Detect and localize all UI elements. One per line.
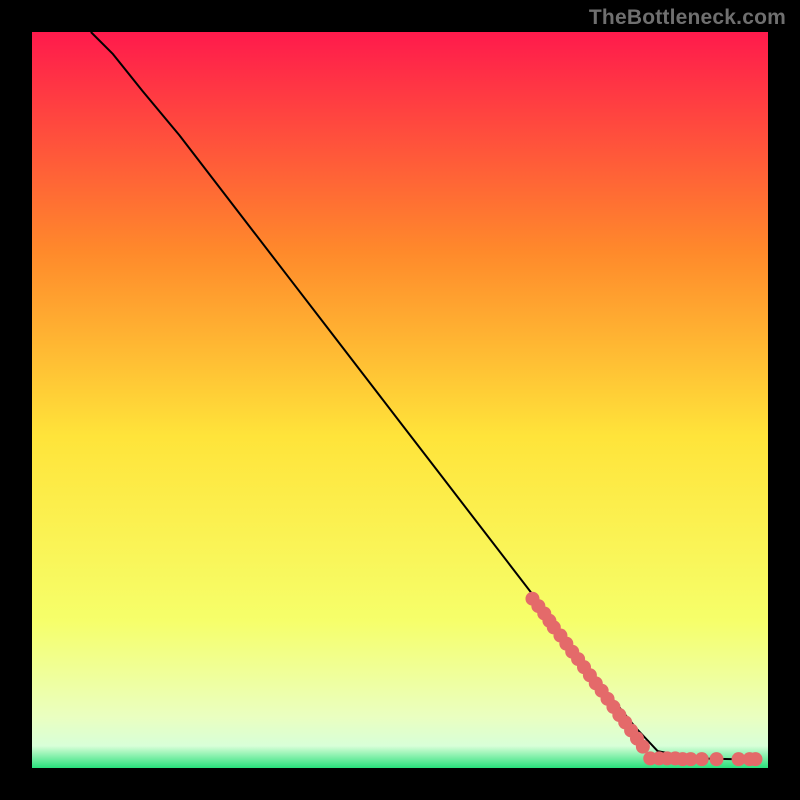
data-point	[748, 752, 762, 766]
data-point	[636, 740, 650, 754]
gradient-background	[32, 32, 768, 768]
data-point	[709, 752, 723, 766]
chart-frame: TheBottleneck.com	[0, 0, 800, 800]
chart-plot	[32, 32, 768, 768]
watermark-label: TheBottleneck.com	[589, 6, 786, 30]
chart-svg	[32, 32, 768, 768]
data-point	[695, 752, 709, 766]
